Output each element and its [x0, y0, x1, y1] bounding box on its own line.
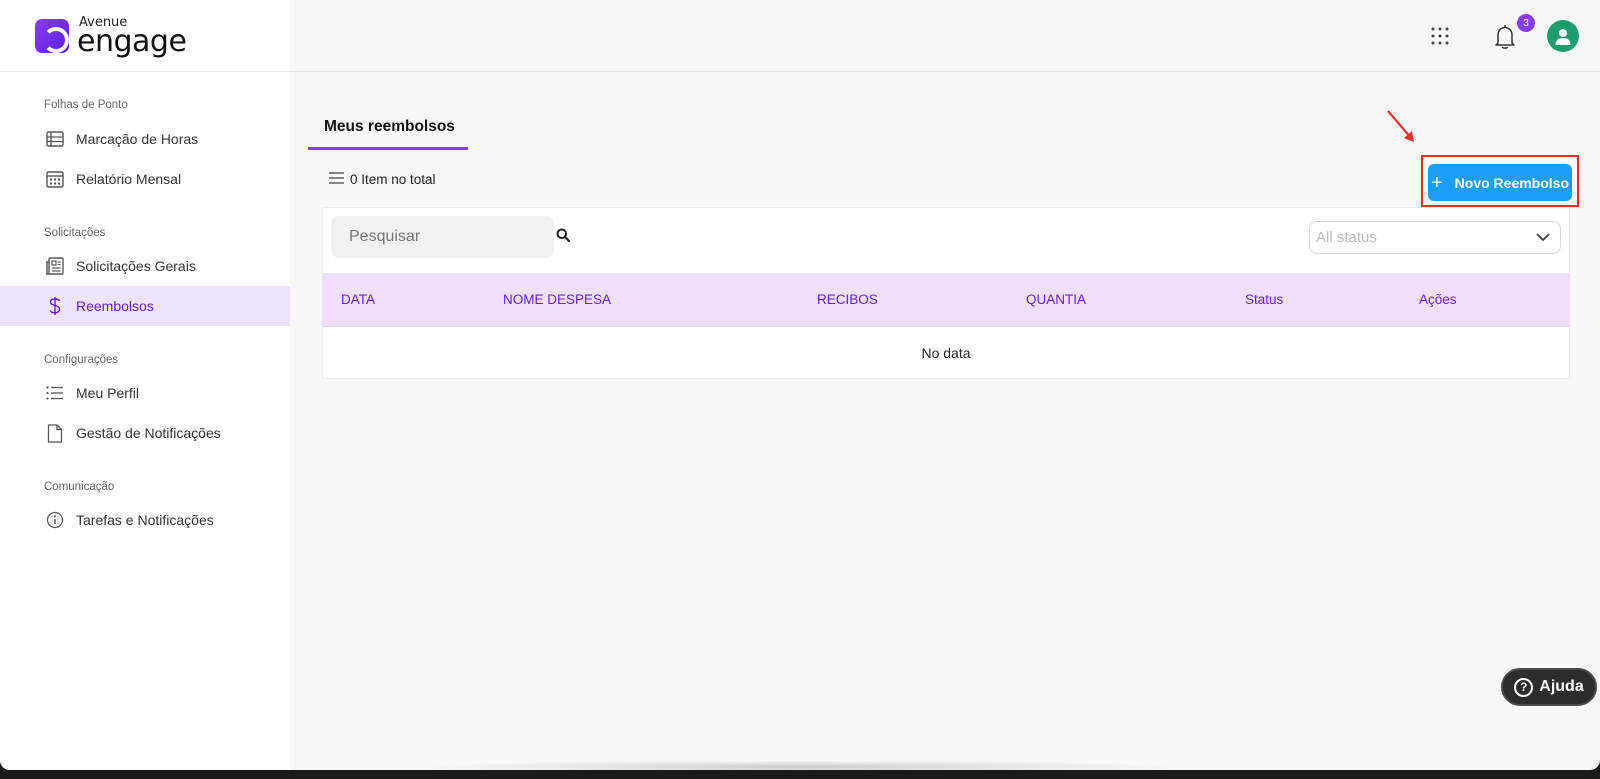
section-title-timesheets: Folhas de Ponto [44, 99, 128, 111]
sidebar-item-label: Solicitações Gerais [76, 258, 196, 274]
new-reimbursement-label: Novo Reembolso [1454, 174, 1570, 191]
column-header-status[interactable]: Status [1245, 273, 1283, 327]
bottom-shadow [410, 760, 1190, 770]
plus-icon: + [1430, 171, 1443, 194]
status-select[interactable]: All status [1309, 221, 1561, 254]
help-button[interactable]: ? Ajuda [1501, 668, 1597, 706]
calendar-icon [46, 170, 64, 188]
tab-my-reimbursements[interactable]: Meus reembolsos [308, 112, 468, 152]
item-count-text: 0 Item no total [350, 172, 436, 187]
dollar-icon [46, 297, 64, 315]
question-icon: ? [1514, 677, 1534, 697]
status-select-placeholder: All status [1316, 229, 1377, 246]
notification-badge: 3 [1517, 14, 1535, 32]
annotation-arrow-icon [1385, 108, 1421, 153]
sidebar-item-label: Reembolsos [76, 298, 154, 314]
column-header-date[interactable]: DATA [341, 273, 375, 327]
bell-icon[interactable] [1494, 24, 1516, 55]
sidebar-item-tasks-notifications[interactable]: Tarefas e Notificações [0, 500, 290, 540]
column-header-actions[interactable]: Ações [1419, 273, 1457, 327]
file-icon [46, 423, 64, 443]
section-title-communication: Comunicação [44, 481, 115, 493]
sidebar-item-my-profile[interactable]: Meu Perfil [0, 373, 290, 413]
sidebar: Avenue engage Folhas de Ponto Marcação d… [0, 0, 290, 770]
info-icon [46, 511, 64, 529]
sidebar-item-label: Meu Perfil [76, 385, 140, 401]
section-title-settings: Configurações [44, 354, 119, 366]
sidebar-item-general-requests[interactable]: Solicitações Gerais [0, 246, 290, 286]
clock-list-icon [46, 130, 64, 148]
user-icon [1555, 28, 1571, 45]
table-header: DATA NOME DESPESA RECIBOS QUANTIA Status… [322, 273, 1570, 327]
sidebar-item-monthly-report[interactable]: Relatório Mensal [0, 159, 290, 199]
apps-grid-icon[interactable] [1431, 27, 1449, 50]
table-empty-state: No data [921, 345, 971, 361]
brand-big-text: engage [77, 23, 187, 59]
sidebar-item-reimbursements[interactable]: Reembolsos [0, 286, 290, 326]
sidebar-item-label: Marcação de Horas [76, 131, 199, 147]
search-icon[interactable] [556, 228, 571, 247]
column-header-expense-name[interactable]: NOME DESPESA [503, 273, 611, 327]
sidebar-item-label: Tarefas e Notificações [76, 512, 214, 528]
list-icon [46, 384, 64, 402]
menu-lines-icon [329, 172, 344, 187]
search-input[interactable] [349, 228, 556, 246]
chevron-down-icon [1536, 229, 1550, 246]
section-title-requests: Solicitações [44, 227, 106, 239]
column-header-receipts[interactable]: RECIBOS [817, 273, 878, 327]
help-label: Ajuda [1539, 678, 1584, 695]
sidebar-item-label: Relatório Mensal [76, 171, 182, 187]
brand-mark-icon [35, 19, 69, 53]
document-list-icon [46, 257, 64, 275]
user-avatar[interactable] [1547, 20, 1579, 52]
header-divider [0, 71, 1600, 72]
column-header-amount[interactable]: QUANTIA [1026, 273, 1086, 327]
item-count: 0 Item no total [329, 172, 436, 187]
tab-active-indicator [308, 147, 468, 150]
sidebar-item-time-entry[interactable]: Marcação de Horas [0, 119, 290, 159]
sidebar-item-label: Gestão de Notificações [76, 425, 221, 441]
app-window: Avenue engage Folhas de Ponto Marcação d… [0, 0, 1600, 770]
search-box [331, 216, 571, 258]
sidebar-item-notification-management[interactable]: Gestão de Notificações [0, 413, 290, 453]
brand-logo[interactable]: Avenue engage [35, 14, 187, 59]
new-reimbursement-button[interactable]: + Novo Reembolso [1428, 164, 1572, 201]
